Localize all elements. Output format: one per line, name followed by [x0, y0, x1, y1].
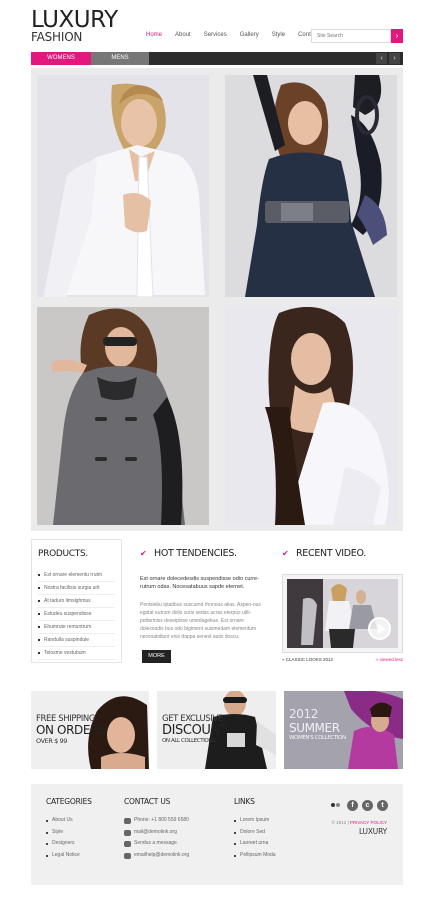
- contact-message[interactable]: Sendus a message: [124, 838, 189, 850]
- footer-link[interactable]: Dolore Sed: [234, 827, 276, 839]
- video-title: ✔ RECENT VIDEO.: [282, 548, 403, 559]
- products-title: PRODUCTS.: [38, 549, 88, 559]
- search-input[interactable]: [311, 29, 391, 43]
- next-arrow-icon[interactable]: ›: [389, 53, 400, 64]
- footer-categories-title: CATEGORIES: [46, 797, 92, 806]
- products-box: PRODUCTS. Est ornare elementu rrutm Nost…: [31, 539, 122, 663]
- footer-link[interactable]: Lorem Ipsum: [234, 815, 276, 827]
- footer-link[interactable]: Style: [46, 827, 92, 839]
- nav-style[interactable]: Style: [272, 32, 285, 38]
- help-icon: [124, 852, 131, 859]
- logo-title: LUXURY: [31, 7, 118, 33]
- twitter-icon[interactable]: t: [377, 800, 388, 811]
- footer-logo[interactable]: LUXURY: [359, 827, 387, 836]
- footer-links-title: LINKS: [234, 797, 255, 806]
- footer-link[interactable]: Laoreet urna: [234, 838, 276, 850]
- promo1-line3: OVER $ 99: [36, 737, 68, 745]
- promo3-line1: 2012: [289, 707, 318, 721]
- check-icon: ✔: [282, 548, 289, 558]
- flickr-icon[interactable]: [331, 802, 341, 809]
- products-item[interactable]: Est ornare elementu rrutm: [38, 569, 115, 582]
- gallery-photo-dark-dress[interactable]: [225, 75, 397, 297]
- mail-icon: [124, 829, 131, 836]
- footer-contact: CONTACT US Phone: +1 800 559 6580 mail@d…: [124, 797, 189, 861]
- footer-link[interactable]: Designers: [46, 838, 92, 850]
- promo3-line3: WOMEN'S COLLECTION: [289, 735, 346, 741]
- contact-help[interactable]: emailhelp@demolink.org: [124, 850, 189, 862]
- promo2-line3: ON ALL COLLECTIONS: [162, 738, 216, 744]
- promo2-line2: DISCOUNT: [162, 723, 228, 738]
- products-item[interactable]: Ehumrute remuntrum: [38, 621, 115, 634]
- video-caption-left[interactable]: » CLASSIC LOOKS 2012: [282, 657, 333, 662]
- tab-womens[interactable]: WOMENS: [31, 52, 91, 65]
- promo-summer[interactable]: 2012 SUMMER WOMEN'S COLLECTION: [284, 691, 403, 769]
- promo-discount[interactable]: GET EXCLUSIVE DISCOUNT ON ALL COLLECTION…: [157, 691, 276, 769]
- hot-lead-text: Est ornare dolecedesdis suspendisse odio…: [140, 576, 259, 590]
- nav-gallery[interactable]: Gallery: [240, 32, 259, 38]
- footer-link[interactable]: About Us: [46, 815, 92, 827]
- footer-categories: CATEGORIES About Us Style Designers Lega…: [46, 797, 92, 861]
- hot-tendencies: ✔ HOT TENDENCIES. Est ornare dolecedesdi…: [140, 548, 267, 641]
- hot-body-text: Penisiebu iptatibus suscumd rhonous alia…: [140, 602, 261, 640]
- promo3-line2: SUMMER: [289, 721, 340, 735]
- main-nav: Home About Services Gallery Style Contac…: [146, 32, 335, 38]
- products-item[interactable]: At taduro limsighmus: [38, 595, 115, 608]
- social-icons: f c t: [331, 800, 388, 811]
- video-caption-right[interactable]: » viewed less: [376, 657, 403, 662]
- hot-title: ✔ HOT TENDENCIES.: [140, 548, 267, 559]
- contact-phone: Phone: +1 800 559 6580: [124, 815, 189, 827]
- search-button[interactable]: ›: [391, 29, 403, 43]
- nav-home[interactable]: Home: [146, 32, 162, 38]
- check-icon: ✔: [140, 548, 147, 558]
- footer-link[interactable]: Pellipsum Moda: [234, 850, 276, 862]
- promo-free-shipping[interactable]: FREE SHIPPING ON ORDERS OVER $ 99: [31, 691, 149, 769]
- copyright: © 2012 | PRIVACY POLICY: [331, 820, 387, 825]
- site-logo[interactable]: LUXURY FASHION: [31, 7, 118, 44]
- facebook-icon[interactable]: f: [347, 800, 358, 811]
- search-box: ›: [311, 29, 403, 43]
- hot-title-text: HOT TENDENCIES.: [154, 548, 237, 559]
- more-button[interactable]: MORE: [142, 650, 171, 663]
- recent-video: ✔ RECENT VIDEO.: [282, 548, 403, 559]
- products-item[interactable]: Telosme vestubum: [38, 647, 115, 660]
- video-caption: » CLASSIC LOOKS 2012 » viewed less: [282, 657, 403, 662]
- message-icon: [124, 841, 131, 847]
- gallery-photo-white-jacket[interactable]: [37, 75, 209, 297]
- gallery-photo-white-sweater[interactable]: [225, 307, 397, 525]
- nav-services[interactable]: Services: [204, 32, 227, 38]
- category-bar: WOMENS MENS ‹ ›: [31, 52, 403, 65]
- play-icon[interactable]: [368, 617, 391, 640]
- footer: CATEGORIES About Us Style Designers Lega…: [31, 784, 403, 885]
- myspace-icon[interactable]: c: [362, 800, 373, 811]
- promo1-line2: ON ORDERS: [36, 723, 106, 737]
- tab-mens[interactable]: MENS: [91, 52, 149, 65]
- footer-links: LINKS Lorem Ipsum Dolore Sed Laoreet urn…: [234, 797, 276, 861]
- footer-contact-title: CONTACT US: [124, 797, 171, 806]
- video-player[interactable]: [282, 574, 403, 653]
- products-item[interactable]: Nostra facilisis surgia urit: [38, 582, 115, 595]
- privacy-policy-link[interactable]: PRIVACY POLICY: [350, 820, 387, 825]
- products-item[interactable]: Randulla suspindule: [38, 634, 115, 647]
- nav-about[interactable]: About: [175, 32, 191, 38]
- products-list: Est ornare elementu rrutm Nostra facilis…: [38, 569, 115, 660]
- video-title-text: RECENT VIDEO.: [296, 548, 366, 559]
- phone-icon: [124, 818, 131, 824]
- footer-link[interactable]: Legal Notice: [46, 850, 92, 862]
- products-item[interactable]: Estudeu suspendisse: [38, 608, 115, 621]
- photo-gallery: [31, 68, 403, 531]
- prev-arrow-icon[interactable]: ‹: [376, 53, 387, 64]
- contact-mail[interactable]: mail@demolink.org: [124, 827, 189, 839]
- gallery-photo-grey-coat[interactable]: [37, 307, 209, 525]
